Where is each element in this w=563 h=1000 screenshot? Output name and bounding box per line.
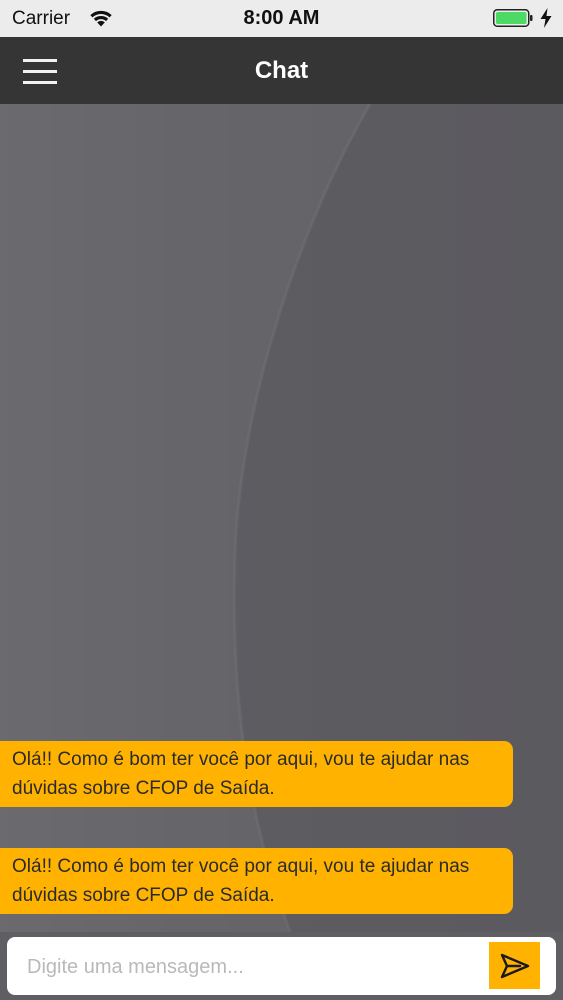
status-time: 8:00 AM xyxy=(243,7,320,29)
send-button[interactable] xyxy=(489,942,540,989)
status-bar: Carrier 8:00 AM xyxy=(0,0,563,37)
message-input[interactable] xyxy=(25,947,484,987)
composer-box xyxy=(7,937,556,995)
nav-bar: Chat xyxy=(0,37,563,104)
charging-bolt-icon xyxy=(540,8,552,28)
composer-bar xyxy=(0,932,563,1000)
send-icon xyxy=(500,953,529,978)
message-bubble: Olá!! Como é bom ter você por aqui, vou … xyxy=(0,741,513,807)
message-bubble: Olá!! Como é bom ter você por aqui, vou … xyxy=(0,848,513,914)
chat-message-list[interactable]: Olá!! Como é bom ter você por aqui, vou … xyxy=(0,104,563,932)
battery-icon xyxy=(493,9,533,27)
page-title: Chat xyxy=(254,57,309,84)
background-swoosh xyxy=(0,104,372,932)
